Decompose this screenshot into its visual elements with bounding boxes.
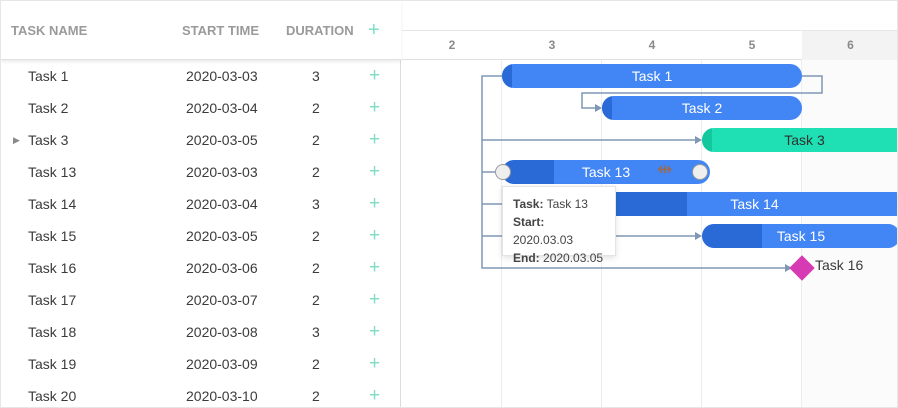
column-header-start-time[interactable]: START TIME [182,1,259,60]
task-name: Task 1 [28,68,69,84]
add-subtask-icon[interactable]: + [369,220,380,252]
task-name: Task 14 [28,196,77,212]
add-task-header-icon[interactable]: + [368,1,380,60]
task-bar-task-14[interactable]: Task 14 [602,192,897,216]
task-duration: 2 [312,356,320,372]
task-start: 2020-03-06 [186,260,258,276]
add-subtask-icon[interactable]: + [369,188,380,220]
table-row[interactable]: Task 14 2020-03-04 3 + [1,188,401,220]
move-cursor-icon: ⇹ [657,159,673,179]
table-row[interactable]: Task 19 2020-03-09 2 + [1,348,401,380]
task-duration: 2 [312,260,320,276]
tooltip-task-row: Task: Task 13 [513,195,605,213]
task-bar-label: Task 2 [681,100,723,116]
task-start: 2020-03-07 [186,292,258,308]
task-bar-task-2[interactable]: Task 2 [602,96,802,120]
tooltip-end-value: 2020.03.05 [543,251,604,265]
add-subtask-icon[interactable]: + [369,92,380,124]
gantt-chart: TASK NAME START TIME DURATION + Task 1 2… [0,0,898,408]
task-name: Task 15 [28,228,77,244]
task-start: 2020-03-09 [186,356,258,372]
task-bar-label: Task 15 [776,228,826,244]
add-subtask-icon[interactable]: + [369,284,380,316]
task-duration: 2 [312,100,320,116]
table-row[interactable]: Task 1 2020-03-03 3 + [1,60,401,92]
task-duration: 2 [312,388,320,404]
add-subtask-icon[interactable]: + [369,60,380,92]
table-row[interactable]: Task 20 2020-03-10 2 + [1,380,401,407]
task-duration: 3 [312,68,320,84]
resize-handle-right[interactable] [692,164,708,180]
column-header-task-name[interactable]: TASK NAME [11,1,87,60]
task-bar-label: Task 13 [581,164,631,180]
task-start: 2020-03-05 [186,132,258,148]
task-name: Task 3 [28,132,69,148]
task-start: 2020-03-03 [186,164,258,180]
task-progress [702,128,712,152]
task-start: 2020-03-04 [186,100,258,116]
task-name: Task 13 [28,164,77,180]
task-name: Task 19 [28,356,77,372]
table-row[interactable]: Task 16 2020-03-06 2 + [1,252,401,284]
task-progress [502,64,512,88]
tooltip-start-value: 2020.03.03 [513,233,574,247]
resize-handle-left[interactable] [495,164,511,180]
task-duration: 2 [312,292,320,308]
task-bar-label: Task 1 [631,68,673,84]
add-subtask-icon[interactable]: + [369,156,380,188]
link-arrow [695,232,702,240]
expand-toggle-icon[interactable]: ▶ [13,124,20,156]
task-duration: 3 [312,196,320,212]
add-subtask-icon[interactable]: + [369,124,380,156]
link-arrow [695,136,702,144]
table-row[interactable]: ▶ Task 3 2020-03-05 2 + [1,124,401,156]
tooltip-task-label: Task: [513,197,544,211]
task-start: 2020-03-05 [186,228,258,244]
task-duration: 3 [312,324,320,340]
tooltip-start-row: Start: 2020.03.03 [513,213,605,249]
add-subtask-icon[interactable]: + [369,252,380,284]
task-start: 2020-03-10 [186,388,258,404]
task-start: 2020-03-08 [186,324,258,340]
task-name: Task 2 [28,100,69,116]
add-subtask-icon[interactable]: + [369,316,380,348]
project-bar-task-3[interactable]: Task 3 [702,128,897,152]
tooltip-end-label: End: [513,251,540,265]
table-row[interactable]: Task 17 2020-03-07 2 + [1,284,401,316]
task-progress [702,224,762,248]
task-bar-task-15[interactable]: Task 15 [702,224,897,248]
task-duration: 2 [312,132,320,148]
table-row[interactable]: Task 2 2020-03-04 2 + [1,92,401,124]
task-bar-label: Task 3 [784,132,825,148]
column-header-duration[interactable]: DURATION [286,1,354,60]
task-bar-task-13[interactable]: Task 13 [502,160,710,184]
table-row[interactable]: Task 18 2020-03-08 3 + [1,316,401,348]
add-subtask-icon[interactable]: + [369,380,380,407]
task-name: Task 17 [28,292,77,308]
tooltip-task-value: Task 13 [546,197,588,211]
timeline-area: 2 3 4 5 6 Task 1 Task 2 Task 3 Task 13 ⇹… [402,1,897,407]
task-bar-label: Task 14 [730,196,779,212]
link-arrow [595,104,602,112]
tooltip-end-row: End: 2020.03.05 [513,249,605,267]
task-progress [602,96,612,120]
task-duration: 2 [312,228,320,244]
task-duration: 2 [312,164,320,180]
task-start: 2020-03-03 [186,68,258,84]
add-subtask-icon[interactable]: + [369,348,380,380]
task-name: Task 18 [28,324,77,340]
task-grid: TASK NAME START TIME DURATION + Task 1 2… [1,1,401,407]
task-tooltip: Task: Task 13 Start: 2020.03.03 End: 202… [502,186,616,265]
tooltip-start-label: Start: [513,215,545,229]
task-name: Task 16 [28,260,77,276]
table-row[interactable]: Task 13 2020-03-03 2 + [1,156,401,188]
grid-header: TASK NAME START TIME DURATION + [1,1,401,60]
task-start: 2020-03-04 [186,196,258,212]
milestone-label: Task 16 [815,257,864,273]
table-row[interactable]: Task 15 2020-03-05 2 + [1,220,401,252]
task-bar-task-1[interactable]: Task 1 [502,64,802,88]
task-name: Task 20 [28,388,77,404]
